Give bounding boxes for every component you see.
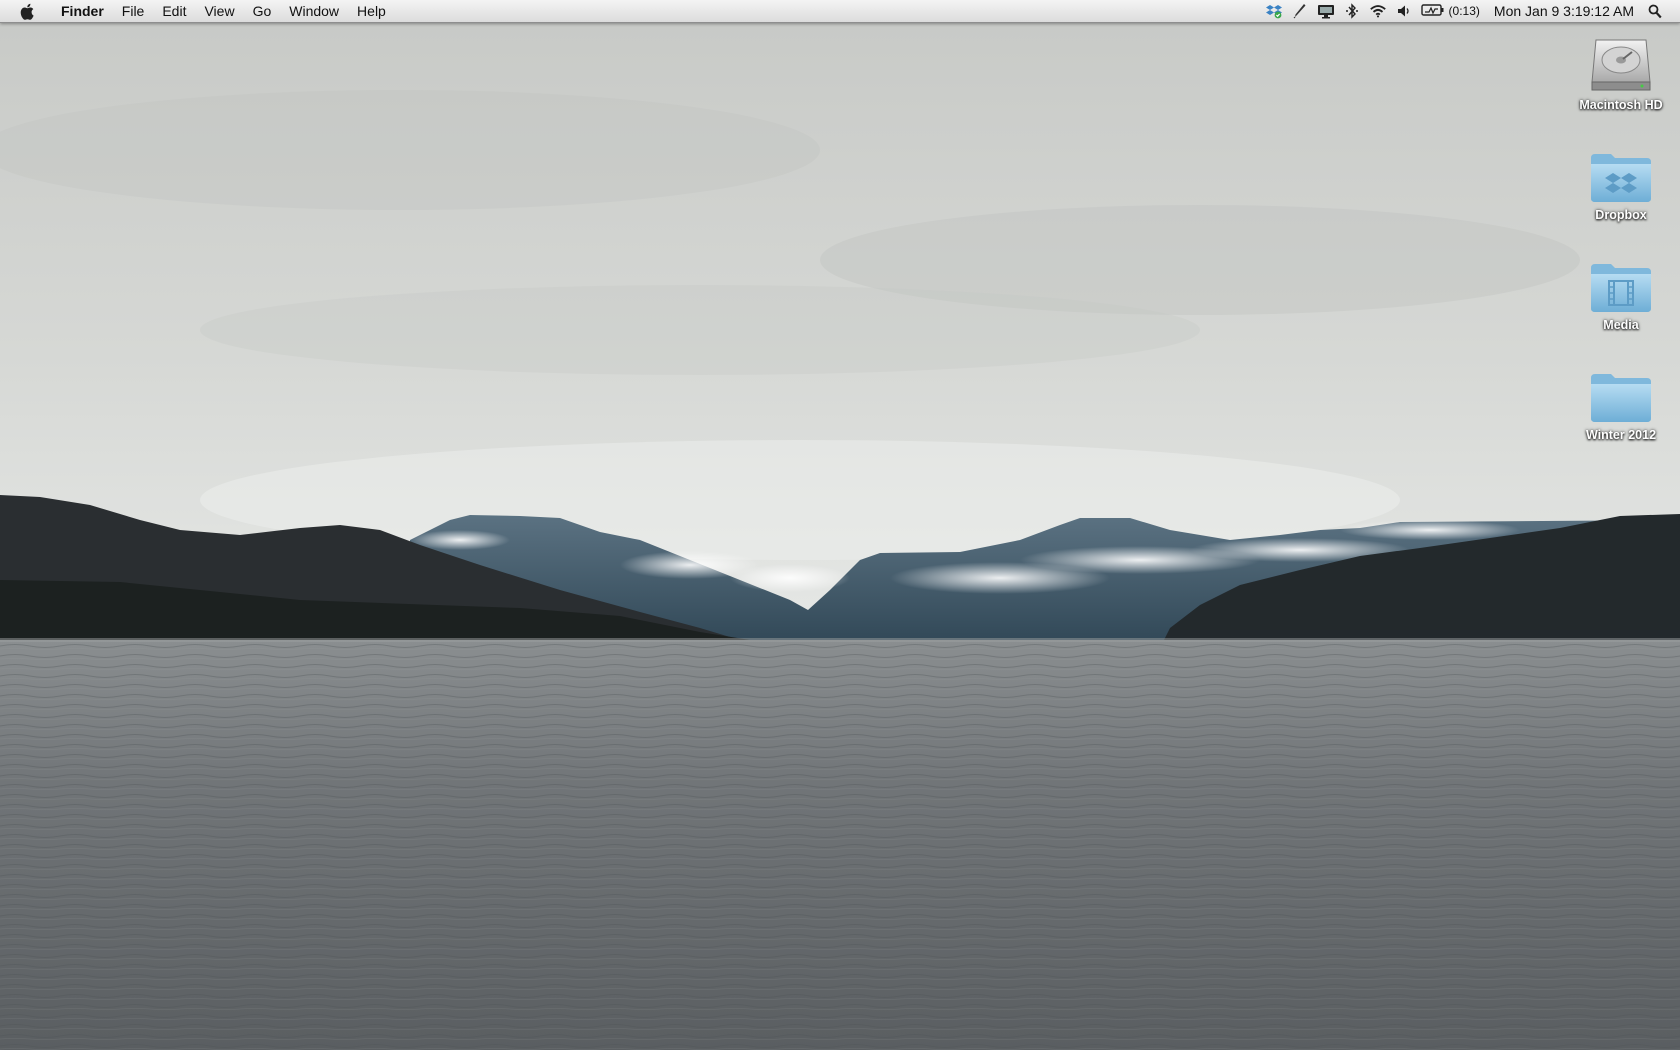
folder-icon bbox=[1585, 360, 1657, 424]
menu-window[interactable]: Window bbox=[280, 0, 348, 22]
menu-file[interactable]: File bbox=[113, 0, 154, 22]
wifi-icon[interactable] bbox=[1369, 0, 1387, 22]
desktop-wallpaper bbox=[0, 0, 1680, 1050]
media-folder-icon bbox=[1585, 250, 1657, 314]
battery-status[interactable]: (0:13) bbox=[1420, 3, 1480, 20]
dropbox-folder-icon bbox=[1585, 140, 1657, 204]
desktop-icon-label: Media bbox=[1603, 318, 1639, 332]
battery-time-remaining: (0:13) bbox=[1448, 4, 1480, 18]
battery-charging-icon bbox=[1420, 3, 1445, 20]
script-icon[interactable] bbox=[1291, 0, 1309, 22]
desktop-icon-dropbox[interactable]: Dropbox bbox=[1556, 140, 1680, 222]
bluetooth-icon[interactable] bbox=[1343, 0, 1361, 22]
desktop-icon-label: Dropbox bbox=[1595, 208, 1647, 222]
desktop-icon-label: Winter 2012 bbox=[1585, 428, 1657, 442]
menu-bar-left: Finder File Edit View Go Window Help bbox=[0, 0, 395, 22]
apple-logo-icon[interactable] bbox=[18, 0, 36, 22]
wallpaper-image bbox=[0, 0, 1680, 1050]
dropbox-sync-icon[interactable] bbox=[1265, 0, 1283, 22]
menu-view[interactable]: View bbox=[195, 0, 243, 22]
desktop-icon-macintosh-hd[interactable]: Macintosh HD bbox=[1556, 30, 1680, 112]
volume-icon[interactable] bbox=[1395, 0, 1413, 22]
desktop-icon-winter-2012[interactable]: Winter 2012 bbox=[1556, 360, 1680, 442]
menu-go[interactable]: Go bbox=[244, 0, 281, 22]
desktop-icon-media[interactable]: Media bbox=[1556, 250, 1680, 332]
menu-edit[interactable]: Edit bbox=[153, 0, 195, 22]
display-mirroring-icon[interactable] bbox=[1317, 0, 1335, 22]
hard-drive-icon bbox=[1585, 30, 1657, 94]
menu-bar-clock[interactable]: Mon Jan 9 3:19:12 AM bbox=[1494, 3, 1634, 19]
menu-bar-status-area: (0:13) Mon Jan 9 3:19:12 AM bbox=[1261, 0, 1680, 22]
menu-bar: Finder File Edit View Go Window Help (0:… bbox=[0, 0, 1680, 23]
menu-help[interactable]: Help bbox=[348, 0, 395, 22]
menu-finder[interactable]: Finder bbox=[52, 0, 113, 22]
spotlight-search-icon[interactable] bbox=[1646, 0, 1664, 22]
desktop-icon-label: Macintosh HD bbox=[1579, 98, 1663, 112]
